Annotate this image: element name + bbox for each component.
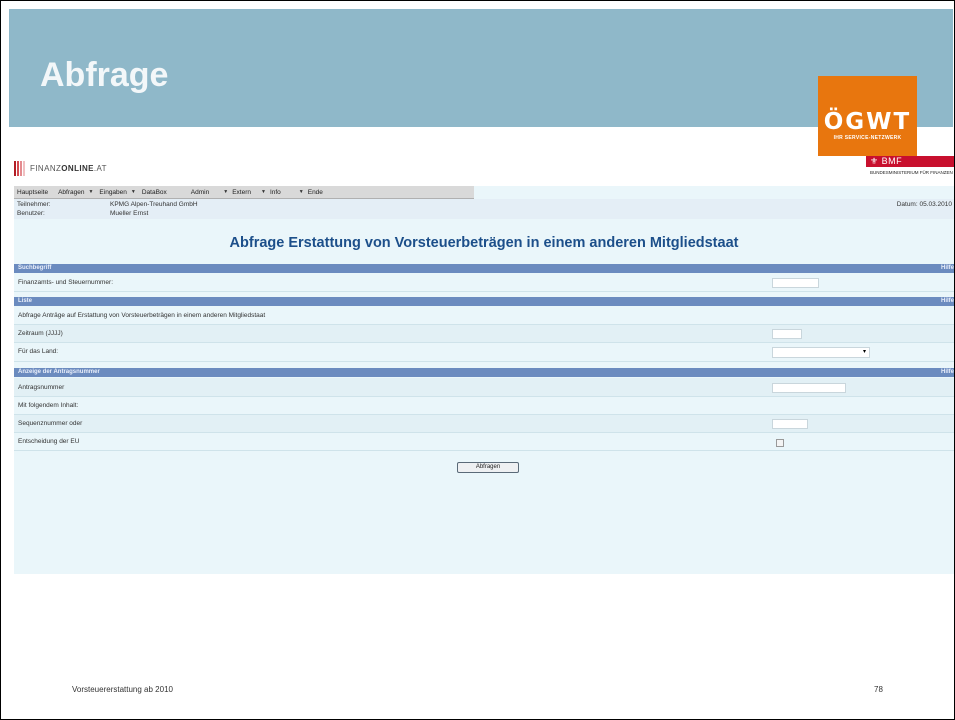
bmf-logo: ⚜ BMF BUNDESMINISTERIUM FÜR FINANZEN: [866, 156, 954, 182]
finanzamt-label: Finanzamts- und Steuernummer:: [18, 279, 114, 286]
chevron-down-icon: ▼: [88, 189, 94, 195]
benutzer-value: Mueller Ernst: [110, 210, 149, 217]
land-select[interactable]: ▾: [772, 347, 870, 358]
bmf-sub: BUNDESMINISTERIUM FÜR FINANZEN: [870, 170, 953, 175]
finanzonline-bars-icon: [14, 160, 25, 176]
ogwt-name: ÖGWT: [823, 109, 912, 135]
antragsnummer-label: Antragsnummer: [18, 384, 65, 391]
inhalt-label: Mit folgendem Inhalt:: [18, 402, 79, 409]
section-anzeige: Anzeige der Antragsnummer Hilfe: [14, 368, 954, 377]
benutzer-label: Benutzer:: [17, 210, 45, 217]
chevron-down-icon: ▼: [223, 189, 229, 195]
land-label: Für das Land:: [18, 348, 59, 355]
hilfe-link[interactable]: Hilfe: [941, 368, 954, 377]
antragsnummer-input[interactable]: [772, 383, 846, 393]
menu-bar: Hauptseite Abfragen ▼ Eingaben ▼ DataBox A…: [14, 186, 474, 199]
form-row-finanzamt: Finanzamts- und Steuernummer:: [14, 274, 954, 292]
slide-footer: Vorsteuererstattung ab 2010: [72, 685, 173, 694]
logo-bold: ONLINE: [61, 163, 94, 173]
abfragen-button[interactable]: Abfragen: [457, 462, 519, 473]
entscheidung-label: Entscheidung der EU: [18, 438, 80, 445]
menu-extern[interactable]: Extern ▼: [232, 189, 266, 196]
ogwt-logo: ÖGWT IHR SERVICE-NETZWERK: [818, 76, 917, 156]
section-liste: Liste Hilfe: [14, 297, 954, 306]
sequenz-label: Sequenznummer oder: [18, 420, 83, 427]
ogwt-tagline: IHR SERVICE-NETZWERK: [833, 135, 902, 141]
page-heading: Abfrage Erstattung von Vorsteuerbeträgen…: [229, 235, 739, 251]
entscheidung-checkbox[interactable]: [776, 439, 784, 447]
sequenz-input[interactable]: [772, 419, 808, 429]
form-row-liste-desc: Abfrage Anträge auf Erstattung von Vorst…: [14, 307, 954, 325]
finanzamt-input[interactable]: [772, 278, 819, 288]
form-row-antragsnummer: Antragsnummer: [14, 378, 954, 397]
menu-hauptseite[interactable]: Hauptseite: [17, 189, 48, 196]
menu-ende[interactable]: Ende: [308, 189, 323, 196]
hilfe-link[interactable]: Hilfe: [941, 297, 954, 306]
bmf-label: BMF: [881, 156, 903, 166]
chevron-down-icon: ▼: [298, 189, 304, 195]
liste-description: Abfrage Anträge auf Erstattung von Vorst…: [18, 312, 266, 319]
hilfe-link[interactable]: Hilfe: [941, 264, 954, 273]
menu-info[interactable]: Info ▼: [270, 189, 304, 196]
form-row-sequenz: Sequenznummer oder: [14, 415, 954, 433]
logo-suffix: .AT: [93, 163, 107, 173]
form-row-land: Für das Land: ▾: [14, 343, 954, 362]
teilnehmer-value: KPMG Alpen-Treuhand GmbH: [110, 201, 198, 208]
section-suchbegriff: Suchbegriff Hilfe: [14, 264, 954, 273]
finanzonline-logo[interactable]: FINANZONLINE.AT: [14, 160, 107, 176]
session-info: Teilnehmer: KPMG Alpen-Treuhand GmbH Benu…: [14, 199, 954, 219]
menu-databox[interactable]: DataBox: [142, 189, 167, 196]
teilnehmer-label: Teilnehmer:: [17, 201, 51, 208]
header-area: [14, 150, 954, 186]
zeitraum-input[interactable]: [772, 329, 802, 339]
menu-eingaben[interactable]: Eingaben ▼: [99, 189, 135, 196]
slide-page-number: 78: [874, 685, 883, 694]
menu-admin[interactable]: Admin ▼: [191, 189, 228, 196]
bmf-eagle-icon: ⚜: [870, 156, 882, 166]
form-row-inhalt: Mit folgendem Inhalt:: [14, 397, 954, 415]
form-row-entscheidung: Entscheidung der EU: [14, 433, 954, 451]
slide-title: Abfrage: [40, 56, 169, 94]
logo-thin: FINANZ: [30, 163, 62, 173]
chevron-down-icon: ▼: [260, 189, 266, 195]
dropdown-arrow-icon: ▾: [862, 349, 866, 355]
form-row-zeitraum: Zeitraum (JJJJ): [14, 325, 954, 343]
chevron-down-icon: ▼: [130, 189, 136, 195]
finanzonline-screenshot: FINANZONLINE.AT ⚜ BMF BUNDESMINISTERIUM …: [14, 150, 954, 574]
datum: Datum: 05.03.2010: [896, 201, 952, 208]
zeitraum-label: Zeitraum (JJJJ): [18, 330, 63, 337]
menu-abfragen[interactable]: Abfragen ▼: [58, 189, 93, 196]
